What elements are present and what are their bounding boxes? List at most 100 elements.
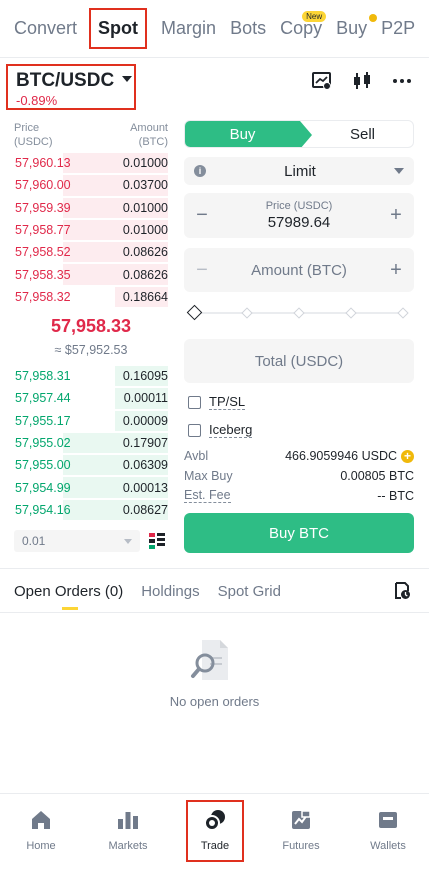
ask-row[interactable]: 57,960.00 0.03700	[0, 174, 170, 196]
bid-price: 57,954.16	[15, 502, 71, 517]
tab-margin[interactable]: Margin	[161, 18, 216, 39]
nav-markets-label: Markets	[108, 840, 148, 852]
plus-icon[interactable]: +	[388, 259, 404, 282]
slider-handle[interactable]	[186, 304, 203, 321]
price-value: 57989.64	[267, 214, 331, 231]
bid-row[interactable]: 57,955.02 0.17907	[0, 432, 170, 454]
nav-home[interactable]: Home	[1, 808, 81, 852]
price-field[interactable]: − Price (USDC) 57989.64 +	[184, 193, 414, 238]
bid-amount: 0.00009	[122, 413, 168, 428]
bid-price: 57,955.00	[15, 458, 71, 473]
iceberg-checkbox[interactable]	[188, 423, 201, 437]
amount-slider[interactable]	[184, 304, 414, 321]
bar-chart-icon	[88, 808, 168, 832]
nav-futures[interactable]: Futures	[261, 808, 341, 852]
candlestick-icon[interactable]	[351, 70, 373, 92]
section-divider	[0, 568, 429, 569]
orderbook-header: Price (USDC) Amount (BTC)	[14, 121, 168, 149]
notification-dot	[369, 14, 378, 22]
nav-markets[interactable]: Markets	[88, 808, 168, 852]
amount-placeholder: Amount (BTC)	[251, 261, 347, 279]
amount-field[interactable]: − Amount (BTC) +	[184, 248, 414, 292]
minus-icon[interactable]: −	[194, 259, 210, 282]
ask-amount: 0.03700	[122, 178, 168, 193]
tab-copy[interactable]: Copy New	[280, 11, 327, 39]
tab-bots[interactable]: Bots	[230, 18, 266, 39]
ask-price: 57,958.52	[15, 245, 71, 260]
iceberg-label: Iceberg	[209, 422, 253, 438]
bids-list: 57,958.31 0.16095 57,957.44 0.00011 57,955.1…	[0, 365, 170, 521]
tab-p2p[interactable]: P2P	[381, 18, 415, 39]
bid-price: 57,958.31	[15, 369, 71, 384]
sell-toggle[interactable]: Sell	[300, 121, 413, 147]
mid-price[interactable]: 57,958.33	[0, 316, 182, 337]
plus-icon[interactable]: +	[388, 204, 404, 227]
ask-row[interactable]: 57,959.39 0.01000	[0, 197, 170, 219]
avbl-value: 466.9059946 USDC	[285, 449, 397, 463]
ask-row[interactable]: 57,958.35 0.08626	[0, 263, 170, 285]
ask-row[interactable]: 57,960.13 0.01000	[0, 152, 170, 174]
pair-change: -0.89%	[16, 93, 58, 108]
avbl-label: Avbl	[184, 449, 209, 463]
empty-state-text: No open orders	[169, 694, 260, 709]
tab-spot-grid[interactable]: Spot Grid	[218, 583, 281, 600]
ask-price: 57,958.35	[15, 267, 71, 282]
wallet-icon	[348, 808, 428, 832]
tab-convert[interactable]: Convert	[14, 18, 77, 39]
tab-buy[interactable]: Buy	[336, 14, 378, 39]
bid-amount: 0.16095	[122, 369, 168, 384]
order-type-select[interactable]: i Limit	[184, 157, 414, 185]
chevron-down-icon	[393, 168, 404, 174]
chevron-down-icon	[124, 538, 132, 544]
orderbook-layout-icon[interactable]	[149, 533, 165, 550]
slider-step-75[interactable]	[345, 307, 357, 319]
buy-btc-button[interactable]: Buy BTC	[184, 513, 414, 553]
buy-sell-toggle: Buy Sell	[184, 120, 414, 148]
info-icon[interactable]: i	[194, 165, 206, 177]
chart-settings-icon[interactable]	[311, 70, 333, 92]
futures-icon	[261, 808, 341, 832]
bid-price: 57,955.17	[15, 413, 71, 428]
buy-toggle[interactable]: Buy	[185, 121, 312, 147]
maxbuy-value: 0.00805 BTC	[340, 469, 414, 483]
tpsl-checkbox[interactable]	[188, 395, 201, 409]
add-funds-icon[interactable]: +	[401, 449, 414, 463]
iceberg-option[interactable]: Iceberg	[188, 422, 253, 438]
available-balance-row: Avbl 466.9059946 USDC +	[184, 449, 414, 463]
bid-row[interactable]: 57,954.16 0.08627	[0, 499, 170, 521]
bid-amount: 0.17907	[122, 436, 168, 451]
tpsl-option[interactable]: TP/SL	[188, 394, 246, 410]
bid-row[interactable]: 57,957.44 0.00011	[0, 387, 170, 409]
pair-selector[interactable]: BTC/USDC -0.89%	[6, 64, 136, 110]
trade-highlight	[186, 800, 244, 862]
slider-step-25[interactable]	[241, 307, 253, 319]
order-history-icon[interactable]	[393, 582, 411, 600]
ask-price: 57,959.39	[15, 200, 71, 215]
ask-amount: 0.01000	[122, 200, 168, 215]
bid-row[interactable]: 57,955.17 0.00009	[0, 410, 170, 432]
precision-select[interactable]: 0.01	[14, 530, 140, 552]
nav-wallets[interactable]: Wallets	[348, 808, 428, 852]
bid-row[interactable]: 57,955.00 0.06309	[0, 454, 170, 476]
asks-list: 57,960.13 0.01000 57,960.00 0.03700 57,959.3…	[0, 152, 170, 308]
ask-row[interactable]: 57,958.77 0.01000	[0, 219, 170, 241]
ask-row[interactable]: 57,958.52 0.08626	[0, 241, 170, 263]
slider-step-100[interactable]	[397, 307, 409, 319]
maxbuy-label: Max Buy	[184, 469, 233, 483]
slider-step-50[interactable]	[293, 307, 305, 319]
max-buy-row: Max Buy 0.00805 BTC	[184, 469, 414, 483]
ask-price: 57,960.00	[15, 178, 71, 193]
bid-row[interactable]: 57,954.99 0.00013	[0, 476, 170, 498]
tab-spot[interactable]: Spot	[89, 8, 148, 49]
bid-price: 57,955.02	[15, 436, 71, 451]
minus-icon[interactable]: −	[194, 204, 210, 227]
amount-unit: (BTC)	[138, 136, 168, 148]
nav-futures-label: Futures	[282, 840, 320, 852]
more-icon[interactable]	[391, 70, 413, 92]
tab-holdings[interactable]: Holdings	[141, 583, 199, 600]
tab-open-orders[interactable]: Open Orders (0)	[14, 583, 123, 610]
tpsl-label: TP/SL	[209, 394, 246, 410]
total-field[interactable]: Total (USDC)	[184, 339, 414, 383]
ask-row[interactable]: 57,958.32 0.18664	[0, 286, 170, 308]
bid-row[interactable]: 57,958.31 0.16095	[0, 365, 170, 387]
